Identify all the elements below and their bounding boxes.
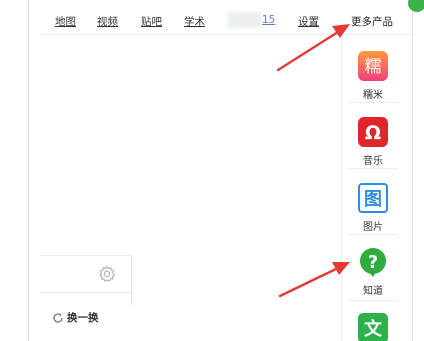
- wenku-glyph: 文: [364, 318, 383, 340]
- annotation-arrow-zhidao: [278, 262, 350, 298]
- nuomi-icon: 糯: [358, 51, 388, 81]
- sidebar-separator: [348, 300, 398, 301]
- refresh-label: 换一换: [67, 312, 99, 324]
- sidebar-item-nuomi[interactable]: 糯 糯米: [342, 51, 404, 101]
- zhidao-glyph: ?: [368, 252, 378, 273]
- image-glyph: 图: [364, 189, 382, 210]
- sidebar-item-label: 图片: [363, 222, 383, 233]
- zhidao-icon: ?: [360, 248, 386, 277]
- music-icon: Ω: [358, 117, 388, 147]
- annotation-arrow-more-products: [276, 24, 350, 72]
- sidebar-item-label: 糯米: [363, 90, 383, 101]
- frame-right-border: [412, 0, 413, 341]
- sidebar-item-wenku[interactable]: 文: [342, 313, 404, 341]
- settings-gear-icon[interactable]: [98, 265, 116, 283]
- more-products-sidebar: 糯 糯米 Ω 音乐 图 图片 ? 知道 文: [341, 37, 404, 341]
- sidebar-item-label: 知道: [363, 286, 383, 297]
- music-glyph: Ω: [365, 122, 381, 144]
- sidebar-item-label: 音乐: [363, 156, 383, 167]
- nav-settings-link[interactable]: 设置: [298, 14, 319, 30]
- corner-badge: [408, 0, 424, 12]
- nav-xueshu-link[interactable]: 学术: [184, 14, 205, 30]
- panel-divider: [40, 292, 132, 293]
- nav-divider: [40, 34, 412, 35]
- image-icon: 图: [358, 183, 388, 213]
- sidebar-item-zhidao[interactable]: ? 知道: [342, 247, 404, 297]
- panel-right-border: [131, 255, 132, 305]
- sidebar-item-music[interactable]: Ω 音乐: [342, 117, 404, 167]
- nav-blurred-link[interactable]: 15: [262, 14, 275, 26]
- frame-left-border: [28, 0, 29, 341]
- nav-video-link[interactable]: 视频: [97, 14, 118, 30]
- nuomi-glyph: 糯: [365, 57, 382, 77]
- sidebar-separator: [348, 102, 398, 103]
- panel-top-border: [40, 255, 132, 256]
- sidebar-separator: [348, 234, 398, 235]
- blurred-nav-item: [228, 12, 262, 28]
- nav-map-link[interactable]: 地图: [55, 14, 76, 30]
- screenshot-root: 地图 视频 贴吧 学术 15 设置 更多产品 糯 糯米 Ω 音乐 图 图片 ? …: [0, 0, 424, 341]
- nav-tieba-link[interactable]: 贴吧: [141, 14, 162, 30]
- refresh-icon: [53, 312, 63, 323]
- sidebar-separator: [348, 168, 398, 169]
- wenku-icon: 文: [358, 313, 388, 341]
- sidebar-item-image[interactable]: 图 图片: [342, 183, 404, 233]
- nav-more-products-link[interactable]: 更多产品: [351, 14, 393, 30]
- refresh-button[interactable]: 换一换: [52, 310, 99, 326]
